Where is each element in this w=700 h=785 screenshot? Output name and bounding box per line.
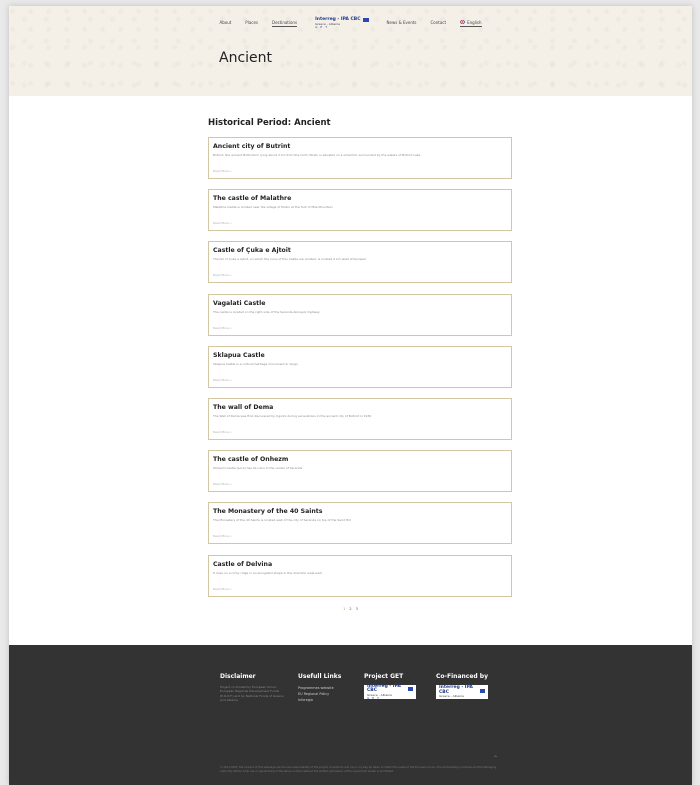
- read-more-link[interactable]: Read More »: [213, 169, 232, 173]
- page-link-3[interactable]: 3: [356, 607, 358, 611]
- footer-cofinanced: Co-Financed by Interreg - IPA CBC Greece…: [436, 673, 488, 699]
- card-description: It rises on a rocky ridge in an elongate…: [213, 570, 322, 575]
- section-heading: Historical Period: Ancient: [208, 118, 331, 128]
- place-list: Ancient city of Butrint Butrint, the anc…: [208, 137, 512, 607]
- card-description: The hill of Çuka e Ajtoit, on which the …: [213, 257, 367, 262]
- place-card[interactable]: Ancient city of Butrint Butrint, the anc…: [208, 137, 512, 179]
- nav-item-contact[interactable]: Contact: [431, 20, 447, 26]
- page-link-2[interactable]: 2: [349, 607, 351, 611]
- read-more-link[interactable]: Read More »: [213, 378, 232, 382]
- card-title[interactable]: Sklapua Castle: [213, 352, 507, 359]
- interreg-logo-line2: Greece - Albania: [439, 694, 464, 698]
- card-description: The Wall of Dema was first discovered by…: [213, 413, 372, 418]
- card-title[interactable]: The Monastery of the 40 Saints: [213, 508, 507, 515]
- language-switcher[interactable]: English: [460, 19, 482, 27]
- read-more-link[interactable]: Read More »: [213, 273, 232, 277]
- read-more-link[interactable]: Read More »: [213, 430, 232, 434]
- place-card[interactable]: Castle of Delvina It rises on a rocky ri…: [208, 554, 512, 597]
- project-title: Project GET: [364, 673, 404, 680]
- nav-item-news-events[interactable]: News & Events: [387, 20, 417, 26]
- read-more-link[interactable]: Read More »: [213, 326, 232, 330]
- place-card[interactable]: The wall of Dema The Wall of Dema was fi…: [208, 397, 512, 440]
- place-card[interactable]: The castle of Malathre Malathre Castle i…: [208, 189, 512, 232]
- place-card[interactable]: The Monastery of the 40 Saints The Monas…: [208, 502, 512, 545]
- read-more-link[interactable]: Read More »: [213, 221, 232, 225]
- footer-project: Project GET Interreg - IPA CBC Greece - …: [364, 673, 416, 699]
- place-card[interactable]: Vagalati Castle The castle is located on…: [208, 293, 512, 336]
- card-description: The castle is located on the right side …: [213, 309, 320, 314]
- read-more-link[interactable]: Read More »: [213, 587, 232, 591]
- place-card[interactable]: Sklapua Castle Sklapua Castle is a cultu…: [208, 345, 512, 388]
- footer-link-inforegio[interactable]: Inforegio: [298, 697, 341, 703]
- footer-disclaimer: Disclaimer Project co-funded by European…: [220, 673, 286, 702]
- interreg-logo[interactable]: Interreg - IPA CBC Greece - Albania: [436, 685, 488, 699]
- nav-item-places[interactable]: Places: [245, 20, 258, 26]
- cofinanced-title: Co-Financed by: [436, 673, 488, 680]
- header: About Places Destinations Interreg - IPA…: [9, 6, 692, 96]
- footer: Disclaimer Project co-funded by European…: [9, 645, 692, 785]
- uk-flag-icon: [460, 20, 466, 25]
- read-more-link[interactable]: Read More »: [213, 482, 232, 486]
- pagination: 1 2 3: [9, 607, 692, 611]
- card-title[interactable]: Vagalati Castle: [213, 300, 507, 307]
- nav-item-destinations[interactable]: Destinations: [272, 20, 298, 27]
- page-link-1[interactable]: 1: [343, 607, 345, 611]
- project-logo[interactable]: Interreg - IPA CBC Greece - Albania G E …: [364, 684, 416, 700]
- eu-flag-icon: [479, 688, 485, 693]
- site-logo[interactable]: Interreg - IPA CBC Greece - Albania G E …: [311, 17, 372, 29]
- place-card[interactable]: The castle of Onhezm Onhezm Castle (Lora…: [208, 450, 512, 493]
- card-description: Sklapua Castle is a cultural heritage mo…: [213, 361, 298, 366]
- project-logo-line3: G E T: [367, 695, 380, 700]
- read-more-link[interactable]: Read More »: [213, 534, 232, 538]
- card-title[interactable]: Castle of Çuka e Ajtoit: [213, 247, 507, 254]
- card-description: The Monastery of the 40 Saints is locate…: [213, 518, 351, 523]
- page-title: Ancient: [219, 50, 273, 66]
- language-label: English: [467, 19, 482, 25]
- card-title[interactable]: The castle of Malathre: [213, 195, 507, 202]
- card-title[interactable]: Ancient city of Butrint: [213, 143, 507, 150]
- eu-flag-icon: [407, 687, 413, 691]
- footer-links: Usefull Links Programmes website EU Regi…: [298, 673, 341, 703]
- card-description: Onhezm Castle (Lora) has its ruins in th…: [213, 466, 303, 471]
- logo-line3: G E T: [315, 24, 329, 29]
- card-title[interactable]: The castle of Onhezm: [213, 456, 507, 463]
- card-title[interactable]: The wall of Dema: [213, 404, 507, 411]
- card-description: Malathre Castle is located near the vill…: [213, 205, 333, 210]
- page: About Places Destinations Interreg - IPA…: [9, 6, 692, 785]
- place-card[interactable]: Castle of Çuka e Ajtoit The hill of Çuka…: [208, 241, 512, 284]
- disclaimer-text: Project co-funded by European Union, Eur…: [220, 685, 284, 703]
- back-to-top-icon[interactable]: ⌃: [493, 755, 498, 762]
- card-description: Butrint, the ancient Buthrotum lying abo…: [213, 153, 421, 157]
- nav-item-about[interactable]: About: [219, 20, 231, 26]
- legal-notice: © 2017-2022 The content of this webpage …: [220, 766, 497, 774]
- links-title: Usefull Links: [298, 673, 342, 680]
- main-nav: About Places Destinations Interreg - IPA…: [9, 17, 692, 29]
- card-title[interactable]: Castle of Delvina: [213, 561, 507, 568]
- disclaimer-title: Disclaimer: [220, 673, 256, 680]
